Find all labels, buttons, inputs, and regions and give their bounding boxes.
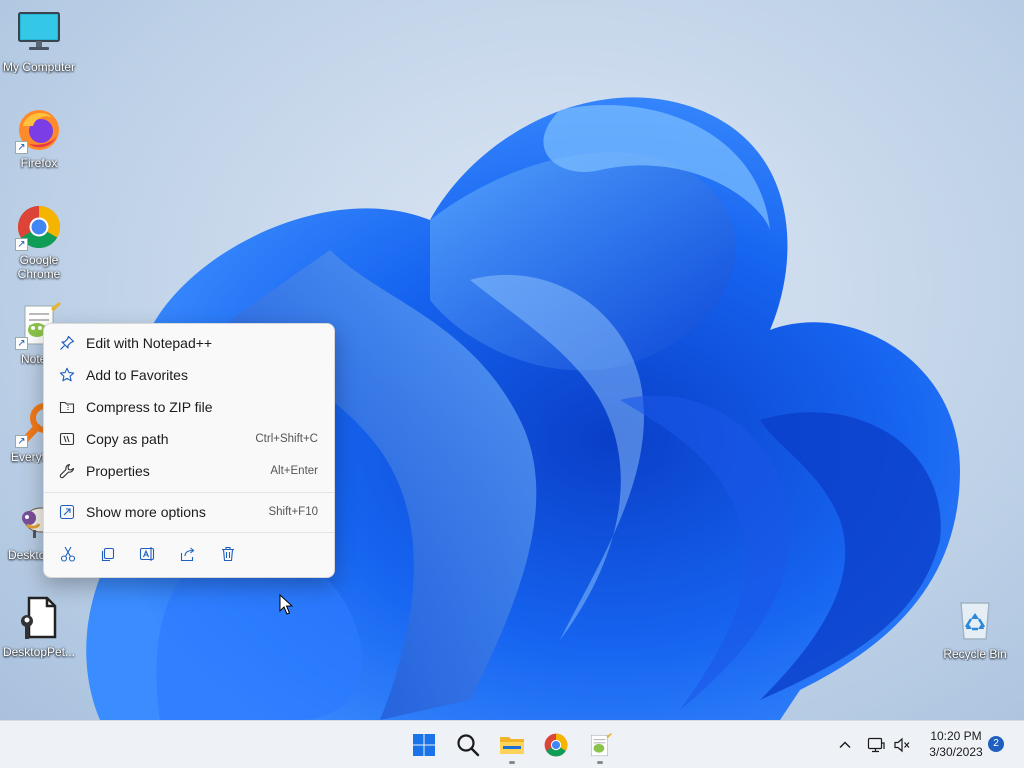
- menu-item-label: Compress to ZIP file: [86, 399, 213, 415]
- menu-item-add-to-favorites[interactable]: Add to Favorites: [48, 360, 330, 390]
- menu-item-shortcut: Shift+F10: [268, 506, 318, 518]
- context-menu: Edit with Notepad++ Add to Favorites Com…: [43, 323, 335, 578]
- desktop-icon-my-computer[interactable]: My Computer: [1, 10, 77, 74]
- menu-item-show-more-options[interactable]: Show more options Shift+F10: [48, 497, 330, 527]
- desktop-icon-recycle-bin[interactable]: Recycle Bin: [937, 597, 1013, 661]
- menu-item-shortcut: Alt+Enter: [270, 465, 318, 477]
- desktop-icon-label: Google Chrome: [17, 253, 61, 281]
- menu-item-label: Edit with Notepad++: [86, 335, 213, 351]
- menu-separator: [44, 532, 334, 533]
- desktop-icon-label: Recycle Bin: [943, 647, 1007, 661]
- volume-button[interactable]: [890, 729, 914, 761]
- file-explorer-button[interactable]: [492, 725, 532, 765]
- chevron-up-icon: [839, 741, 851, 748]
- notepadpp-taskbar-button[interactable]: [580, 725, 620, 765]
- clock-date: 3/30/2023: [929, 745, 983, 759]
- zip-folder-icon: [58, 398, 76, 416]
- star-icon: [58, 366, 76, 384]
- desktop[interactable]: My Computer ↗ Firefox ↗ Google Chrome ↗ …: [0, 0, 1024, 720]
- firefox-icon: ↗: [15, 106, 63, 154]
- pin-icon: [58, 334, 76, 352]
- menu-item-properties[interactable]: Properties Alt+Enter: [48, 456, 330, 486]
- shortcut-arrow-icon: ↗: [15, 337, 28, 350]
- start-button[interactable]: [404, 725, 444, 765]
- cut-icon[interactable]: [56, 542, 80, 566]
- recycle-bin-icon: [951, 597, 999, 645]
- menu-item-label: Copy as path: [86, 431, 169, 447]
- shortcut-arrow-icon: ↗: [15, 435, 28, 448]
- menu-item-copy-as-path[interactable]: Copy as path Ctrl+Shift+C: [48, 424, 330, 454]
- quick-actions-bar: [56, 542, 256, 566]
- menu-item-edit-with-notepadpp[interactable]: Edit with Notepad++: [48, 328, 330, 358]
- tray-overflow-button[interactable]: [834, 729, 856, 761]
- menu-separator: [44, 492, 334, 493]
- menu-item-label: Show more options: [86, 504, 206, 520]
- file-explorer-icon: [500, 737, 524, 754]
- shortcut-arrow-icon: ↗: [15, 238, 28, 251]
- network-button[interactable]: [864, 729, 888, 761]
- chrome-taskbar-button[interactable]: [536, 725, 576, 765]
- desktop-icon-google-chrome[interactable]: ↗ Google Chrome: [1, 203, 77, 281]
- volume-muted-icon: [894, 737, 910, 753]
- rename-icon[interactable]: [136, 542, 160, 566]
- search-icon: [457, 734, 480, 757]
- start-icon: [413, 734, 435, 756]
- menu-item-compress-to-zip[interactable]: Compress to ZIP file: [48, 392, 330, 422]
- shortcut-arrow-icon: ↗: [15, 141, 28, 154]
- menu-item-label: Properties: [86, 463, 150, 479]
- chrome-icon: [544, 733, 568, 757]
- desktop-icon-desktoppet-file[interactable]: DesktopPet...: [1, 595, 77, 659]
- desktop-icon-label: My Computer: [2, 60, 76, 74]
- desktop-icon-label: DesktopPet...: [2, 645, 76, 659]
- delete-icon[interactable]: [216, 542, 240, 566]
- clock-time: 10:20 PM: [930, 729, 982, 743]
- menu-item-label: Add to Favorites: [86, 367, 188, 383]
- network-icon: [867, 737, 885, 753]
- clock-button[interactable]: 10:20 PM 3/30/2023: [916, 728, 996, 760]
- taskbar: 10:20 PM 3/30/2023 2: [0, 720, 1024, 768]
- running-indicator: [509, 761, 515, 764]
- monitor-icon: [15, 10, 63, 58]
- desktop-icon-label: Firefox: [20, 156, 58, 170]
- wrench-icon: [58, 462, 76, 480]
- notification-badge[interactable]: 2: [988, 736, 1004, 752]
- chrome-icon: ↗: [15, 203, 63, 251]
- show-more-icon: [58, 503, 76, 521]
- share-icon[interactable]: [176, 542, 200, 566]
- notepadpp-icon: [591, 733, 612, 757]
- copy-path-icon: [58, 430, 76, 448]
- running-indicator: [597, 761, 603, 764]
- desktop-icon-firefox[interactable]: ↗ Firefox: [1, 106, 77, 170]
- search-button[interactable]: [448, 725, 488, 765]
- mouse-cursor-icon: [279, 594, 293, 615]
- copy-icon[interactable]: [96, 542, 120, 566]
- file-wrench-icon: [15, 595, 63, 643]
- menu-item-shortcut: Ctrl+Shift+C: [255, 433, 318, 445]
